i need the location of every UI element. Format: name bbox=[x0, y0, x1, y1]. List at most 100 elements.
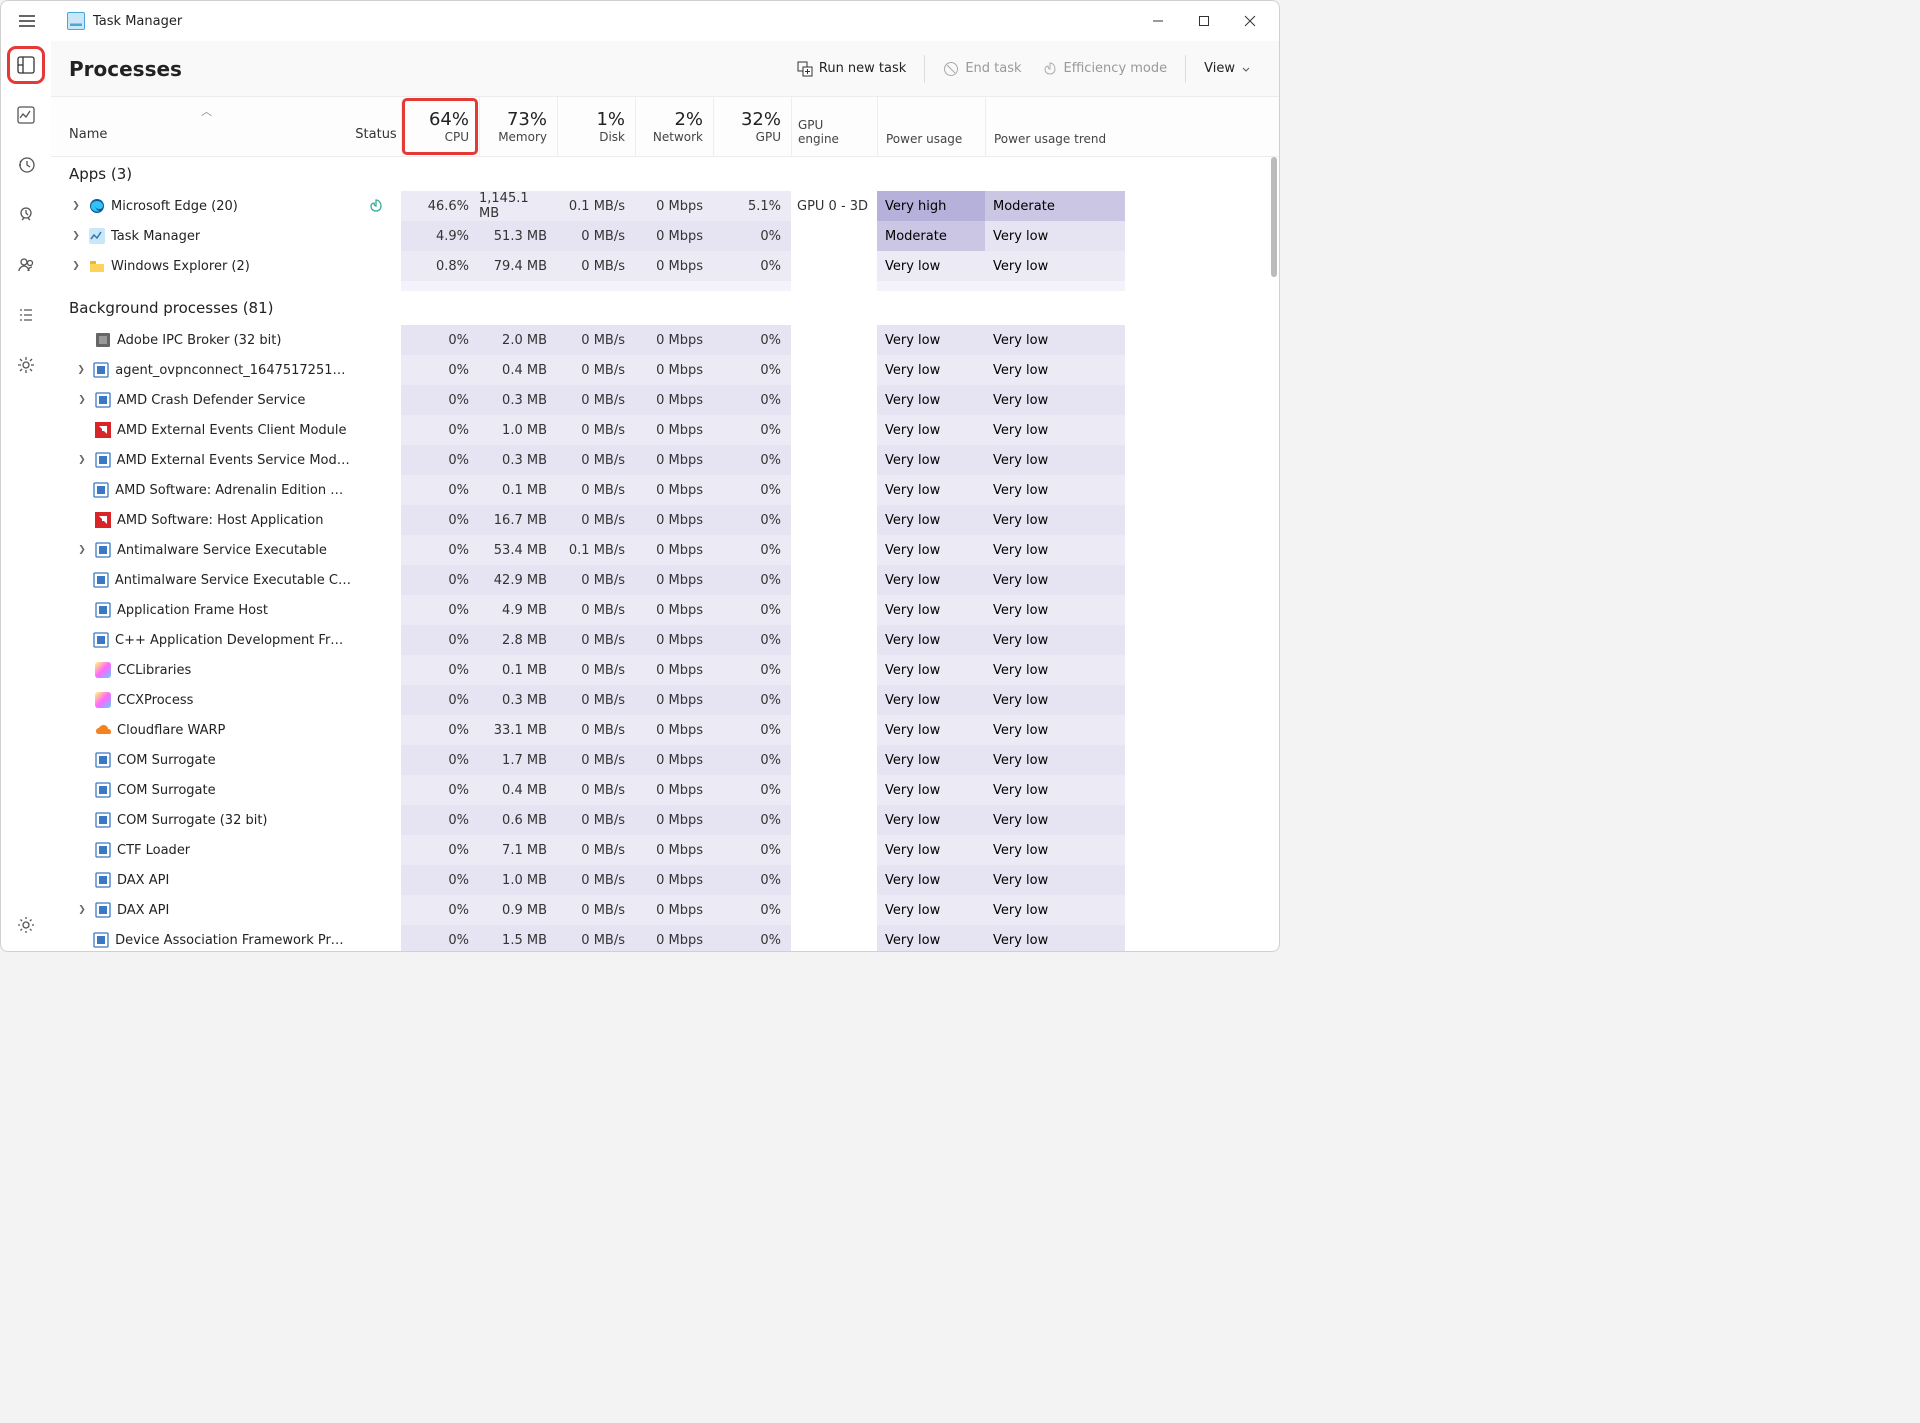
process-name: CTF Loader bbox=[117, 843, 190, 858]
nav-startup[interactable] bbox=[10, 199, 42, 231]
process-row[interactable]: ❯Antimalware Service Executable0%53.4 MB… bbox=[51, 535, 1279, 565]
process-row[interactable]: ❯Microsoft Edge (20)46.6%1,145.1 MB0.1 M… bbox=[51, 191, 1279, 221]
process-row[interactable]: Cloudflare WARP0%33.1 MB0 MB/s0 Mbps0%Ve… bbox=[51, 715, 1279, 745]
nav-processes[interactable] bbox=[10, 49, 42, 81]
gpu-cell: 0% bbox=[713, 415, 791, 445]
process-row[interactable]: Adobe IPC Broker (32 bit)0%2.0 MB0 MB/s0… bbox=[51, 325, 1279, 355]
mem-cell: 2.8 MB bbox=[479, 625, 557, 655]
blue-icon bbox=[95, 602, 111, 618]
net-cell: 0 Mbps bbox=[635, 625, 713, 655]
column-header-name[interactable]: ︿ Name bbox=[51, 97, 351, 156]
mem-cell: 7.1 MB bbox=[479, 835, 557, 865]
nav-users[interactable] bbox=[10, 249, 42, 281]
process-name-cell: Cloudflare WARP bbox=[51, 715, 351, 745]
column-header-network[interactable]: 2% Network bbox=[635, 97, 713, 156]
process-row[interactable]: ❯Task Manager4.9%51.3 MB0 MB/s0 Mbps0%Mo… bbox=[51, 221, 1279, 251]
services-icon bbox=[17, 356, 35, 374]
net-cell: 0 Mbps bbox=[635, 415, 713, 445]
nav-app-history[interactable] bbox=[10, 149, 42, 181]
process-row[interactable]: Application Frame Host0%4.9 MB0 MB/s0 Mb… bbox=[51, 595, 1279, 625]
expand-toggle[interactable]: ❯ bbox=[69, 231, 83, 241]
hamburger-menu[interactable] bbox=[13, 7, 41, 35]
process-row[interactable]: COM Surrogate0%0.4 MB0 MB/s0 Mbps0%Very … bbox=[51, 775, 1279, 805]
status-cell bbox=[351, 505, 401, 535]
column-header-power-trend[interactable]: Power usage trend bbox=[985, 97, 1125, 156]
column-header-gpu[interactable]: 32% GPU bbox=[713, 97, 791, 156]
column-header-power[interactable]: Power usage bbox=[877, 97, 985, 156]
nav-performance[interactable] bbox=[10, 99, 42, 131]
process-table[interactable]: Apps (3)❯Microsoft Edge (20)46.6%1,145.1… bbox=[51, 157, 1279, 951]
cc-icon bbox=[95, 692, 111, 708]
nav-details[interactable] bbox=[10, 299, 42, 331]
nav-services[interactable] bbox=[10, 349, 42, 381]
process-name: Microsoft Edge (20) bbox=[111, 199, 238, 214]
gpu-cell: 0% bbox=[713, 715, 791, 745]
gpu-cell: 0% bbox=[713, 925, 791, 951]
gpu-engine-cell bbox=[791, 805, 877, 835]
process-row[interactable]: AMD Software: Adrenalin Edition Comm...0… bbox=[51, 475, 1279, 505]
disk-usage-pct: 1% bbox=[596, 109, 625, 130]
end-task-label: End task bbox=[965, 61, 1021, 76]
column-header-disk[interactable]: 1% Disk bbox=[557, 97, 635, 156]
gpu-cell: 0% bbox=[713, 445, 791, 475]
process-row[interactable]: COM Surrogate0%1.7 MB0 MB/s0 Mbps0%Very … bbox=[51, 745, 1279, 775]
power-usage-cell: Very low bbox=[877, 715, 985, 745]
gpu-cell: 0% bbox=[713, 475, 791, 505]
process-name-cell: ❯Windows Explorer (2) bbox=[51, 251, 351, 281]
scrollbar-thumb[interactable] bbox=[1271, 157, 1277, 277]
mem-cell: 0.3 MB bbox=[479, 685, 557, 715]
status-cell bbox=[351, 655, 401, 685]
expand-toggle[interactable]: ❯ bbox=[75, 395, 89, 405]
process-row[interactable]: ❯AMD External Events Service Module0%0.3… bbox=[51, 445, 1279, 475]
efficiency-mode-button[interactable]: Efficiency mode bbox=[1032, 55, 1178, 83]
process-row[interactable]: CCLibraries0%0.1 MB0 MB/s0 Mbps0%Very lo… bbox=[51, 655, 1279, 685]
column-header-memory[interactable]: 73% Memory bbox=[479, 97, 557, 156]
disk-cell: 0 MB/s bbox=[557, 475, 635, 505]
column-header-status[interactable]: Status bbox=[351, 97, 401, 156]
cpu-cell: 0% bbox=[401, 385, 479, 415]
gpu-engine-cell bbox=[791, 385, 877, 415]
process-row[interactable]: COM Surrogate (32 bit)0%0.6 MB0 MB/s0 Mb… bbox=[51, 805, 1279, 835]
amd-icon bbox=[95, 512, 111, 528]
close-button[interactable] bbox=[1227, 5, 1273, 37]
cpu-cell: 0% bbox=[401, 715, 479, 745]
status-cell bbox=[351, 835, 401, 865]
run-new-task-button[interactable]: Run new task bbox=[787, 55, 916, 83]
process-row[interactable]: CTF Loader0%7.1 MB0 MB/s0 Mbps0%Very low… bbox=[51, 835, 1279, 865]
expand-toggle[interactable]: ❯ bbox=[69, 261, 83, 271]
end-task-button[interactable]: End task bbox=[933, 55, 1031, 83]
process-row[interactable]: AMD External Events Client Module0%1.0 M… bbox=[51, 415, 1279, 445]
process-row[interactable]: Antimalware Service Executable Content..… bbox=[51, 565, 1279, 595]
process-row[interactable]: C++ Application Development Framework0%2… bbox=[51, 625, 1279, 655]
run-new-task-label: Run new task bbox=[819, 61, 906, 76]
cpu-cell: 0% bbox=[401, 445, 479, 475]
net-cell: 0 Mbps bbox=[635, 565, 713, 595]
expand-toggle[interactable]: ❯ bbox=[75, 905, 89, 915]
cpu-cell: 0% bbox=[401, 565, 479, 595]
column-header-gpu-engine[interactable]: GPU engine bbox=[791, 97, 877, 156]
mem-cell: 1,145.1 MB bbox=[479, 191, 557, 221]
process-row[interactable]: ❯DAX API0%0.9 MB0 MB/s0 Mbps0%Very lowVe… bbox=[51, 895, 1279, 925]
view-menu-button[interactable]: View bbox=[1194, 55, 1261, 82]
maximize-button[interactable] bbox=[1181, 5, 1227, 37]
process-row[interactable]: CCXProcess0%0.3 MB0 MB/s0 Mbps0%Very low… bbox=[51, 685, 1279, 715]
expand-toggle[interactable]: ❯ bbox=[75, 455, 89, 465]
expand-toggle[interactable]: ❯ bbox=[75, 545, 89, 555]
process-row[interactable]: Device Association Framework Provider ..… bbox=[51, 925, 1279, 951]
group-header-background[interactable]: Background processes (81) bbox=[51, 291, 1279, 325]
process-name-cell: ❯Task Manager bbox=[51, 221, 351, 251]
process-row[interactable]: DAX API0%1.0 MB0 MB/s0 Mbps0%Very lowVer… bbox=[51, 865, 1279, 895]
toolbar-divider bbox=[1185, 55, 1186, 83]
expand-toggle[interactable]: ❯ bbox=[75, 365, 87, 375]
minimize-button[interactable] bbox=[1135, 5, 1181, 37]
process-row[interactable]: ❯agent_ovpnconnect_1647517251935.exe0%0.… bbox=[51, 355, 1279, 385]
process-row[interactable]: AMD Software: Host Application0%16.7 MB0… bbox=[51, 505, 1279, 535]
group-header-apps[interactable]: Apps (3) bbox=[51, 157, 1279, 191]
process-name: COM Surrogate bbox=[117, 753, 216, 768]
gpu-cell: 0% bbox=[713, 325, 791, 355]
column-header-cpu[interactable]: 64% CPU bbox=[401, 97, 479, 156]
nav-settings[interactable] bbox=[10, 909, 42, 941]
expand-toggle[interactable]: ❯ bbox=[69, 201, 83, 211]
process-row[interactable]: ❯AMD Crash Defender Service0%0.3 MB0 MB/… bbox=[51, 385, 1279, 415]
process-row[interactable]: ❯Windows Explorer (2)0.8%79.4 MB0 MB/s0 … bbox=[51, 251, 1279, 281]
